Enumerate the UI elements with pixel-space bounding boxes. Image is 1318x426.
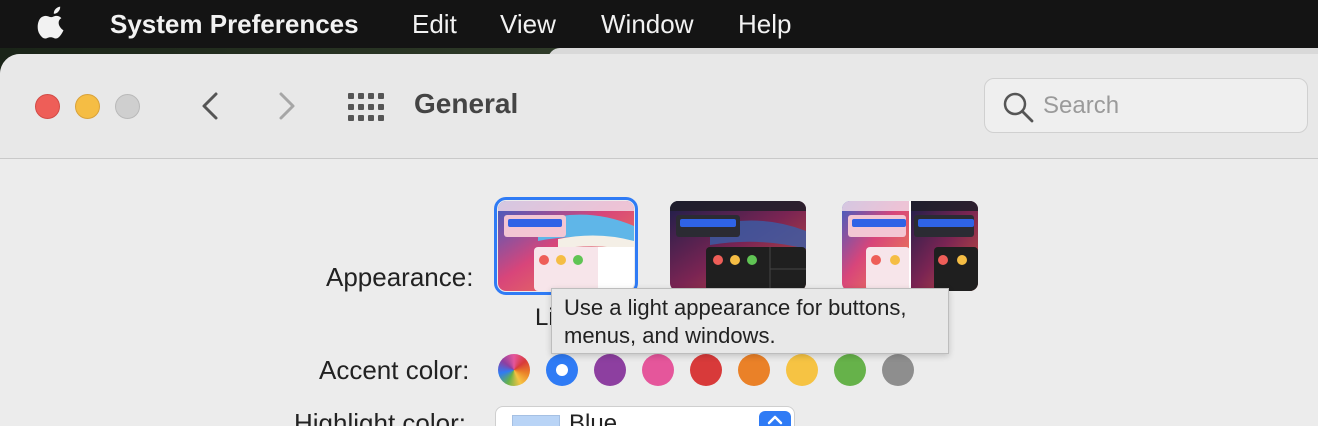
appearance-tooltip: Use a light appearance for buttons, menu… <box>551 288 949 354</box>
accent-graphite-swatch[interactable] <box>882 354 914 386</box>
popup-chevron-icon <box>759 411 791 426</box>
accent-red-swatch[interactable] <box>690 354 722 386</box>
light-appearance-preview <box>498 201 634 291</box>
menu-window[interactable]: Window <box>601 9 693 40</box>
accent-orange-swatch[interactable] <box>738 354 770 386</box>
appearance-label: Appearance: <box>326 262 474 292</box>
dark-appearance-preview <box>670 201 806 291</box>
appearance-dark-option[interactable] <box>670 201 806 291</box>
menu-app-name[interactable]: System Preferences <box>110 9 359 40</box>
search-icon <box>1003 92 1034 123</box>
accent-purple-swatch[interactable] <box>594 354 626 386</box>
menu-help[interactable]: Help <box>738 9 791 40</box>
forward-button[interactable] <box>265 86 305 126</box>
highlight-color-popup[interactable]: Blue <box>495 406 795 426</box>
back-button[interactable] <box>192 86 232 126</box>
menu-bar: System Preferences Edit View Window Help <box>0 0 1318 48</box>
accent-green-swatch[interactable] <box>834 354 866 386</box>
highlight-value: Blue <box>569 410 618 426</box>
appearance-light-option[interactable] <box>494 197 638 295</box>
search-field[interactable] <box>984 78 1308 133</box>
close-button[interactable] <box>35 94 60 119</box>
appearance-auto-option[interactable] <box>842 201 978 291</box>
apple-menu-icon[interactable] <box>37 6 69 40</box>
menu-view[interactable]: View <box>500 9 556 40</box>
minimize-button[interactable] <box>75 94 100 119</box>
show-all-grid-icon[interactable] <box>346 92 386 122</box>
tooltip-line-2: menus, and windows. <box>564 323 776 348</box>
accent-multicolor-swatch[interactable] <box>498 354 530 386</box>
accent-pink-swatch[interactable] <box>642 354 674 386</box>
window-toolbar: General <box>0 54 1318 159</box>
tooltip-line-1: Use a light appearance for buttons, <box>564 295 907 320</box>
page-title: General <box>414 88 519 119</box>
accent-yellow-swatch[interactable] <box>786 354 818 386</box>
search-input[interactable] <box>1043 87 1293 125</box>
menu-edit[interactable]: Edit <box>412 9 457 40</box>
zoom-button[interactable] <box>115 94 140 119</box>
highlight-swatch <box>512 415 560 426</box>
accent-blue-swatch[interactable] <box>546 354 578 386</box>
auto-appearance-preview <box>842 201 978 291</box>
accent-color-label: Accent color: <box>319 355 470 385</box>
highlight-color-label: Highlight color: <box>294 408 466 426</box>
preferences-window: General Appearance: <box>0 54 1318 426</box>
